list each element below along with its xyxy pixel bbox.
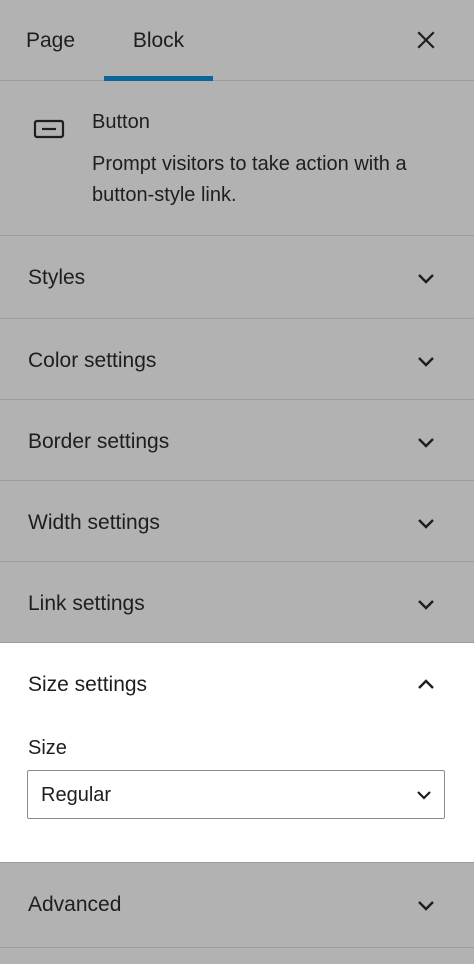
chevron-down-icon (418, 357, 434, 367)
size-select-value: Regular (41, 784, 112, 806)
panel-title-link-settings: Link settings (28, 592, 145, 615)
chevron-down-icon (418, 901, 434, 911)
block-title: Button (92, 111, 150, 133)
sidebar-tabs: Page Block (0, 0, 474, 81)
panel-title-advanced: Advanced (28, 893, 122, 916)
chevron-down-icon (417, 791, 431, 800)
close-icon (417, 31, 435, 49)
tab-page[interactable]: Page (26, 0, 75, 80)
tab-block[interactable]: Block (104, 0, 213, 81)
panel-title-width-settings: Width settings (28, 511, 160, 534)
button-block-icon (33, 119, 65, 139)
panel-size-settings: Size settings Size Regular (0, 643, 474, 863)
panel-title-size-settings[interactable]: Size settings (28, 673, 147, 697)
size-field-label: Size (28, 737, 67, 759)
panel-advanced[interactable]: Advanced (0, 863, 474, 948)
panel-styles[interactable]: Styles (0, 236, 474, 319)
block-card: Button Prompt visitors to take action wi… (0, 81, 474, 236)
chevron-down-icon (418, 274, 434, 284)
chevron-down-icon (418, 600, 434, 610)
panel-color-settings[interactable]: Color settings (0, 319, 474, 400)
chevron-down-icon (418, 519, 434, 529)
chevron-down-icon (418, 438, 434, 448)
panel-title-styles: Styles (28, 266, 86, 289)
panel-title-border-settings: Border settings (28, 430, 170, 453)
panel-link-settings[interactable]: Link settings (0, 562, 474, 643)
chevron-up-icon[interactable] (412, 671, 440, 699)
block-description: Prompt visitors to take action with a bu… (92, 153, 407, 206)
close-button[interactable] (410, 24, 442, 56)
size-select[interactable]: Regular (27, 770, 445, 819)
panel-width-settings[interactable]: Width settings (0, 481, 474, 562)
tab-block-label: Block (132, 29, 185, 52)
panel-title-color-settings: Color settings (28, 349, 157, 372)
panel-border-settings[interactable]: Border settings (0, 400, 474, 481)
